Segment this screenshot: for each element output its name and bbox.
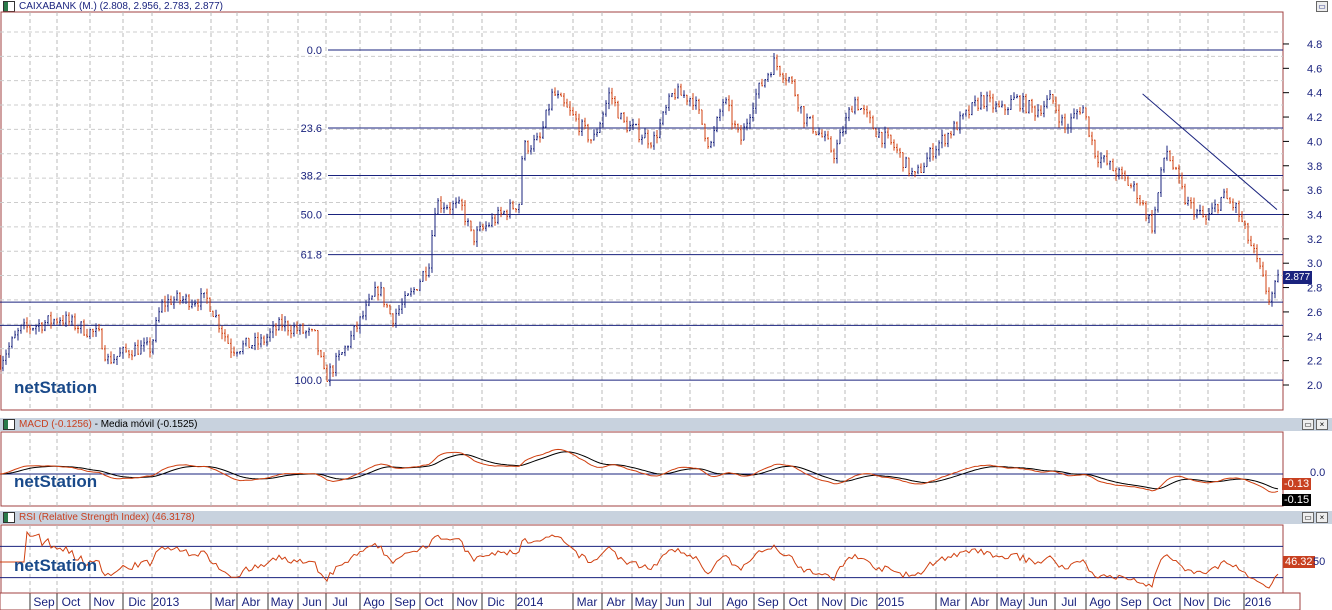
fibonacci-label: 38.2 xyxy=(301,171,322,183)
y-tick-label: 4.4 xyxy=(1307,88,1322,100)
x-tick-label: Jul xyxy=(696,595,711,609)
macd-line xyxy=(0,448,1279,493)
y-tick-label: 3.2 xyxy=(1307,234,1322,246)
rsi-value: 46.32 xyxy=(1283,556,1315,568)
x-tick-label: Oct xyxy=(789,595,808,609)
x-tick-label: May xyxy=(271,595,294,609)
x-tick-label: Sep xyxy=(394,595,416,609)
x-tick-label: Jun xyxy=(1028,595,1047,609)
panel-icon xyxy=(3,419,15,430)
x-tick-label: Jun xyxy=(665,595,684,609)
x-tick-label: 2013 xyxy=(153,595,180,609)
y-tick-label: 4.0 xyxy=(1307,136,1322,148)
maximize-button[interactable]: ▭ xyxy=(1316,1,1328,12)
close-button[interactable]: × xyxy=(1316,512,1328,523)
maximize-button[interactable]: ▭ xyxy=(1302,419,1314,430)
x-tick-label: Oct xyxy=(1153,595,1172,609)
macd-ma-title: Media móvil (-0.1525) xyxy=(100,419,198,430)
y-tick-label: 4.2 xyxy=(1307,112,1322,124)
maximize-button[interactable]: ▭ xyxy=(1302,512,1314,523)
x-tick-label: May xyxy=(635,595,658,609)
trendline xyxy=(1142,93,1278,210)
fibonacci-label: 23.6 xyxy=(301,123,322,135)
y-tick-label: 3.0 xyxy=(1307,258,1322,270)
rsi-line xyxy=(0,530,1279,589)
netstation-logo: netStation xyxy=(14,378,98,397)
netstation-logo: netStation xyxy=(14,556,98,575)
y-tick-label: 4.8 xyxy=(1307,39,1322,51)
macd-value: -0.13 xyxy=(1282,478,1312,490)
macd-panel-header: MACD (-0.1256) - Media móvil (-0.1525) ▭… xyxy=(0,418,1332,431)
x-tick-label: 2015 xyxy=(878,595,905,609)
x-tick-label: Sep xyxy=(757,595,779,609)
x-tick-label: Nov xyxy=(821,595,842,609)
x-tick-label: 2014 xyxy=(517,595,544,609)
macd-signal-line xyxy=(0,451,1279,490)
x-tick-label: Ago xyxy=(1089,595,1111,609)
main-panel-header: CAIXABANK (M.) (2.808, 2.956, 2.783, 2.8… xyxy=(0,0,1332,13)
y-tick-label: 2.0 xyxy=(1307,380,1322,392)
panel-frame xyxy=(0,11,1284,411)
x-tick-label: Oct xyxy=(425,595,444,609)
close-button[interactable]: × xyxy=(1316,419,1328,430)
x-tick-label: Sep xyxy=(1120,595,1142,609)
y-tick-label: 2.8 xyxy=(1307,283,1322,295)
netstation-logo: netStation xyxy=(14,472,98,491)
y-tick-label: 2.4 xyxy=(1307,331,1322,343)
y-tick-label: 3.6 xyxy=(1307,185,1322,197)
x-tick-label: Abr xyxy=(607,595,626,609)
panel-icon xyxy=(3,1,15,12)
fibonacci-label: 50.0 xyxy=(301,209,322,221)
fibonacci-label: 61.8 xyxy=(301,250,322,262)
panel-frame xyxy=(0,431,1284,507)
x-tick-label: Jul xyxy=(1061,595,1076,609)
rsi-panel-header: RSI (Relative Strength Index) (46.3178) … xyxy=(0,511,1332,524)
x-tick-label: Mar xyxy=(577,595,598,609)
rsi-title: RSI (Relative Strength Index) (46.3178) xyxy=(19,512,195,523)
x-tick-label: Dic xyxy=(1213,595,1230,609)
x-tick-label: Ago xyxy=(363,595,385,609)
x-tick-label: Abr xyxy=(971,595,990,609)
y-tick-label: 3.4 xyxy=(1307,209,1322,221)
macd-zero-label: 0.0 xyxy=(1310,467,1326,479)
y-tick-label: 3.8 xyxy=(1307,161,1322,173)
y-tick-label: 4.6 xyxy=(1307,63,1322,75)
x-tick-label: May xyxy=(1000,595,1023,609)
x-tick-label: Nov xyxy=(1183,595,1204,609)
x-tick-label: Sep xyxy=(33,595,55,609)
x-tick-label: Mar xyxy=(940,595,961,609)
x-tick-label: Jul xyxy=(332,595,347,609)
x-tick-label: Dic xyxy=(850,595,867,609)
macd-title: MACD (-0.1256) xyxy=(19,419,92,430)
main-last-price: 2.877 xyxy=(1283,271,1313,284)
panel-frame xyxy=(0,524,1284,594)
fibonacci-label: 0.0 xyxy=(307,45,322,57)
x-tick-label: 2016 xyxy=(1245,595,1272,609)
x-tick-label: Dic xyxy=(487,595,504,609)
main-title: CAIXABANK (M.) (2.808, 2.956, 2.783, 2.8… xyxy=(19,1,223,12)
x-tick-label: Abr xyxy=(242,595,261,609)
x-tick-label: Jun xyxy=(302,595,321,609)
y-tick-label: 2.6 xyxy=(1307,307,1322,319)
x-tick-label: Dic xyxy=(128,595,145,609)
x-tick-label: Mar xyxy=(215,595,236,609)
x-tick-label: Nov xyxy=(456,595,477,609)
panel-icon xyxy=(3,512,15,523)
macd-ma-value: -0.15 xyxy=(1282,494,1312,506)
x-axis xyxy=(0,592,1301,610)
rsi-mid-label: 50 xyxy=(1313,556,1326,568)
x-tick-label: Oct xyxy=(62,595,81,609)
x-tick-label: Nov xyxy=(93,595,114,609)
x-tick-label: Ago xyxy=(726,595,748,609)
y-tick-label: 2.2 xyxy=(1307,356,1322,368)
fibonacci-label: 100.0 xyxy=(294,375,322,387)
